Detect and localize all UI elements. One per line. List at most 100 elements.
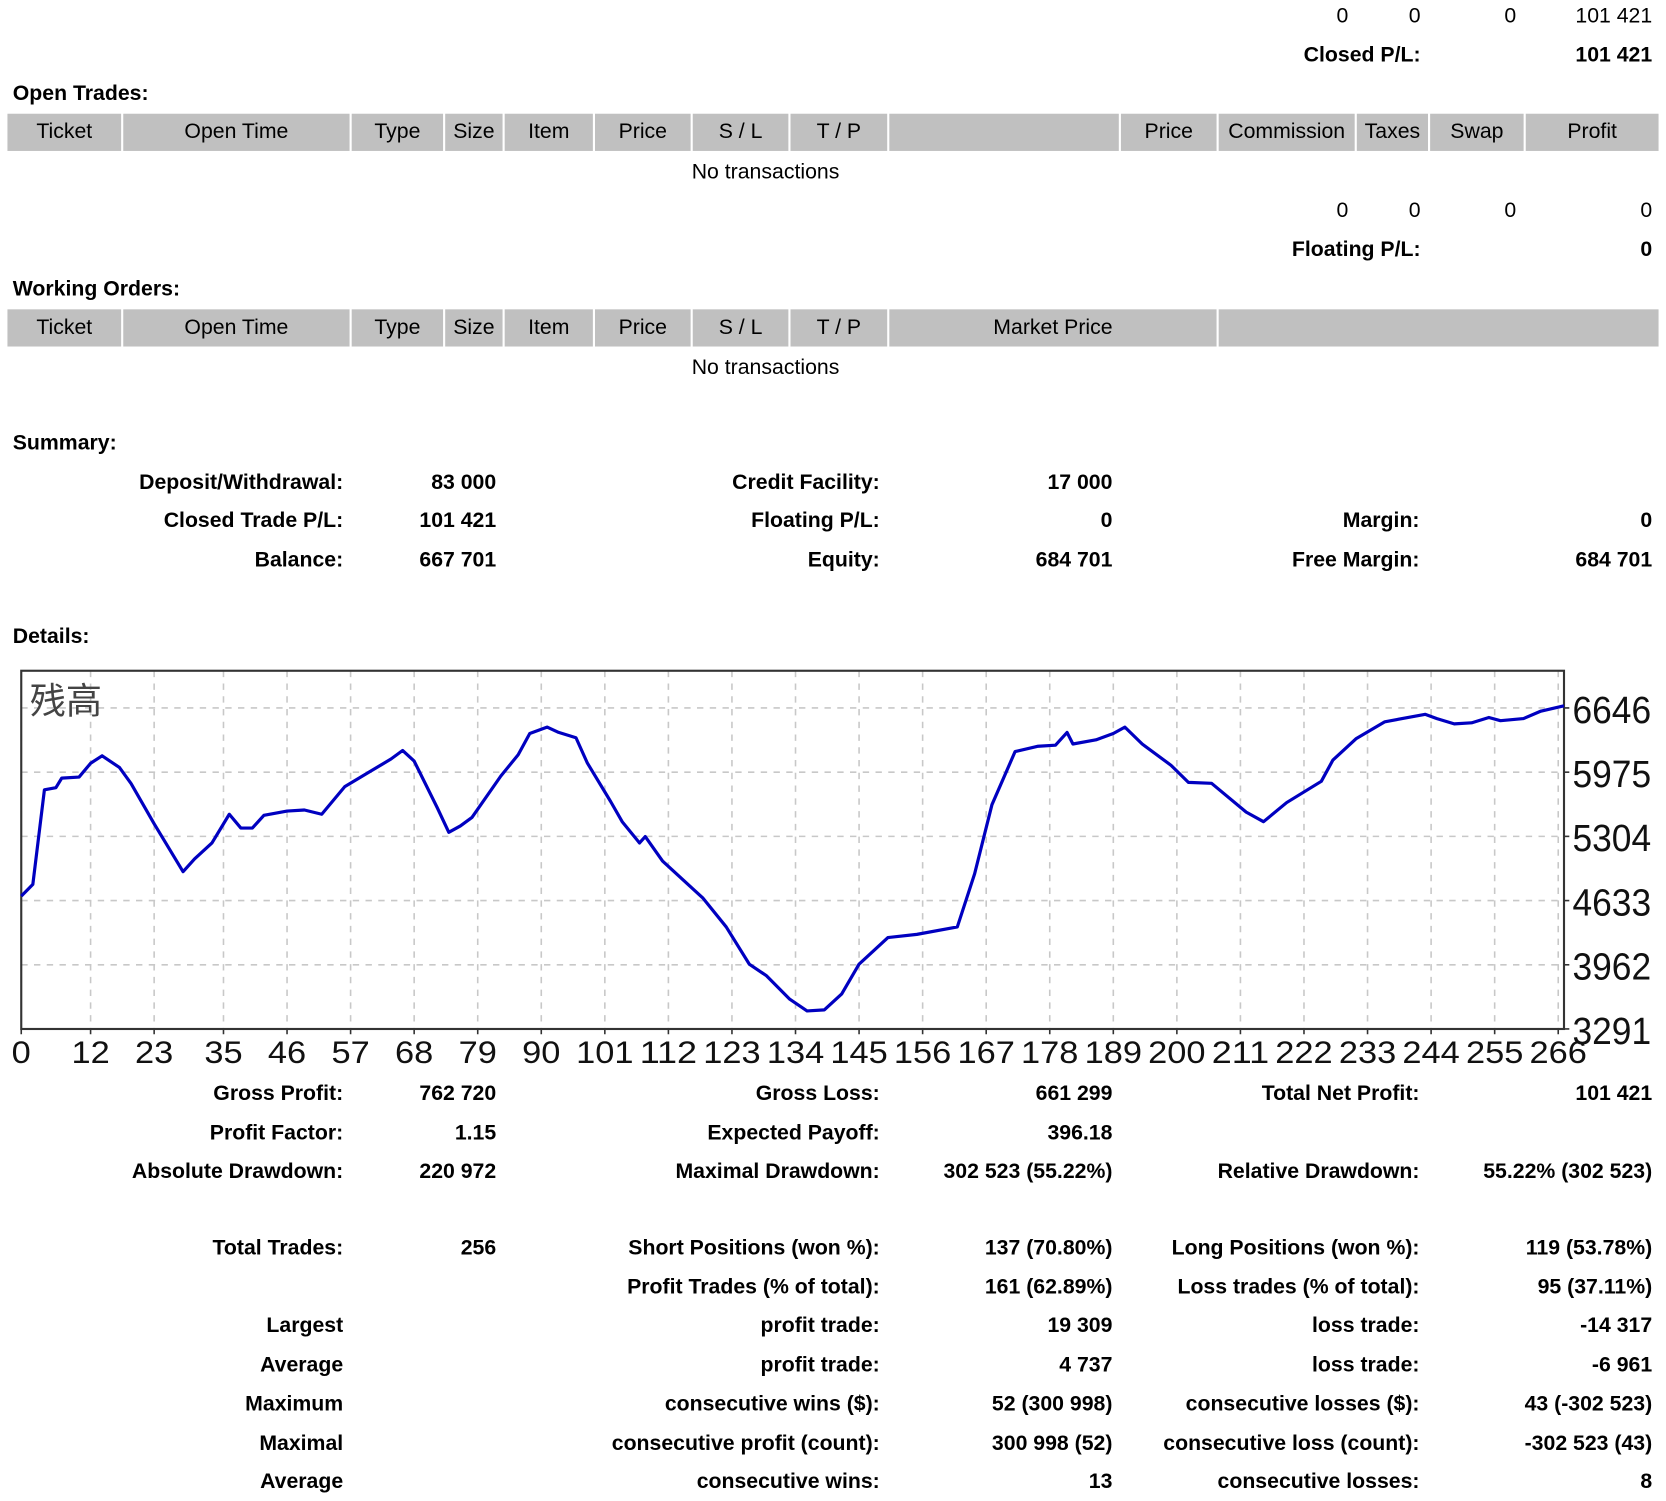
stat-label: Profit Trades (% of total): bbox=[627, 1275, 880, 1299]
stat-value: 684 701 bbox=[1575, 548, 1653, 572]
plot-area bbox=[21, 670, 1564, 1029]
col-open-time[interactable]: Open Time bbox=[123, 309, 350, 347]
stat-label: profit trade: bbox=[760, 1353, 880, 1377]
col-market-price[interactable]: Market Price bbox=[889, 309, 1217, 347]
col-open-time[interactable]: Open Time bbox=[123, 113, 350, 151]
stat-label: Absolute Drawdown: bbox=[131, 1159, 344, 1184]
open-profit-total: 0 bbox=[1640, 198, 1653, 223]
col-taxes[interactable]: Taxes bbox=[1356, 113, 1428, 151]
working-orders-empty: No transactions bbox=[691, 356, 840, 380]
col-tp[interactable]: T / P bbox=[790, 113, 888, 151]
open-trades-empty: No transactions bbox=[691, 160, 840, 184]
open-trades-title: Open Trades: bbox=[12, 81, 149, 106]
x-tick-label: 112 bbox=[640, 1034, 697, 1070]
col-current-price[interactable]: Price bbox=[1120, 113, 1217, 151]
y-tick-label: 5304 bbox=[1573, 817, 1652, 860]
col-tp[interactable]: T / P bbox=[790, 309, 888, 347]
x-tick-label: 68 bbox=[395, 1034, 433, 1070]
stat-label: Short Positions (won %): bbox=[628, 1236, 880, 1260]
stat-label: Profit Factor: bbox=[209, 1121, 344, 1145]
col-price[interactable]: Price bbox=[595, 113, 691, 151]
stat-value: 19 309 bbox=[1047, 1313, 1113, 1338]
y-tick-label: 5975 bbox=[1573, 753, 1652, 796]
stat-value: 4 737 bbox=[1059, 1353, 1113, 1377]
stat-label: Equity: bbox=[807, 548, 880, 572]
closed-pl-label: Closed P/L: bbox=[1303, 43, 1421, 67]
stat-label: Balance: bbox=[254, 548, 344, 572]
stat-label: Maximum bbox=[245, 1392, 344, 1416]
stat-label: Total Trades: bbox=[212, 1236, 344, 1260]
x-tick-label: 35 bbox=[204, 1034, 242, 1070]
closed-taxes-total: 0 bbox=[1408, 4, 1421, 28]
col-ticket[interactable]: Ticket bbox=[7, 309, 122, 347]
stat-label: Total Net Profit: bbox=[1261, 1082, 1420, 1106]
stat-label: Long Positions (won %): bbox=[1171, 1236, 1420, 1260]
stat-value: 52 (300 998) bbox=[991, 1392, 1113, 1416]
y-tick-label: 3291 bbox=[1573, 1010, 1652, 1053]
x-tick-label: 145 bbox=[830, 1034, 887, 1070]
stat-label: Loss trades (% of total): bbox=[1177, 1275, 1420, 1299]
stat-value: 17 000 bbox=[1047, 470, 1113, 495]
stat-value: 300 998 (52) bbox=[991, 1431, 1113, 1456]
col-ticket[interactable]: Ticket bbox=[7, 113, 122, 151]
col-commission[interactable]: Commission bbox=[1218, 113, 1355, 151]
col-sl[interactable]: S / L bbox=[692, 113, 789, 151]
closed-commission-total: 0 bbox=[1336, 4, 1349, 28]
stat-value: 667 701 bbox=[419, 548, 497, 572]
stat-value: -14 317 bbox=[1580, 1313, 1653, 1338]
col-profit[interactable]: Profit bbox=[1525, 113, 1659, 151]
x-tick-label: 57 bbox=[331, 1034, 369, 1070]
col-item[interactable]: Item bbox=[504, 309, 593, 347]
stat-label: Gross Loss: bbox=[755, 1082, 880, 1106]
col-price[interactable]: Price bbox=[595, 309, 691, 347]
col-type[interactable]: Type bbox=[351, 309, 444, 347]
x-tick-label: 101 bbox=[576, 1034, 633, 1070]
x-tick-label: 156 bbox=[894, 1034, 951, 1070]
stat-label: Gross Profit: bbox=[213, 1082, 344, 1106]
x-tick-label: 12 bbox=[71, 1034, 109, 1070]
details-title: Details: bbox=[12, 625, 90, 649]
open-taxes-total: 0 bbox=[1408, 198, 1421, 223]
x-tick-label: 178 bbox=[1021, 1034, 1078, 1070]
summary-title: Summary: bbox=[12, 431, 117, 455]
report-page: 0 0 0 101 421 Closed P/L: 101 421 Open T… bbox=[0, 0, 1666, 1501]
col-sl[interactable]: S / L bbox=[692, 309, 789, 347]
stat-value: -302 523 (43) bbox=[1524, 1431, 1653, 1456]
stat-value: 256 bbox=[460, 1236, 497, 1260]
stat-label: Maximal Drawdown: bbox=[675, 1159, 880, 1184]
open-trades-header: Ticket Open Time Type Size Item Price S … bbox=[7, 113, 1659, 151]
closed-swap-total: 0 bbox=[1504, 4, 1517, 28]
col-size[interactable]: Size bbox=[445, 309, 503, 347]
stat-value: 119 (53.78%) bbox=[1525, 1236, 1653, 1260]
stat-value: 13 bbox=[1088, 1470, 1113, 1494]
stat-value: 101 421 bbox=[419, 509, 497, 533]
col-swap[interactable]: Swap bbox=[1430, 113, 1524, 151]
x-tick-label: 211 bbox=[1212, 1034, 1269, 1070]
stat-value: 43 (-302 523) bbox=[1524, 1392, 1653, 1416]
col-size[interactable]: Size bbox=[445, 113, 503, 151]
x-tick-label: 233 bbox=[1339, 1034, 1396, 1070]
col-blank bbox=[889, 113, 1119, 151]
stat-value: 684 701 bbox=[1035, 548, 1113, 572]
stat-label: Average bbox=[260, 1470, 344, 1494]
stat-value: -6 961 bbox=[1591, 1353, 1653, 1377]
stat-value: 220 972 bbox=[419, 1159, 497, 1184]
stat-label: loss trade: bbox=[1312, 1313, 1420, 1338]
x-tick-label: 23 bbox=[135, 1034, 173, 1070]
x-tick-label: 255 bbox=[1466, 1034, 1523, 1070]
stat-label: profit trade: bbox=[760, 1313, 880, 1338]
y-tick-label: 3962 bbox=[1573, 946, 1652, 989]
x-tick-label: 46 bbox=[268, 1034, 306, 1070]
x-tick-label: 79 bbox=[459, 1034, 497, 1070]
stat-value: 95 (37.11%) bbox=[1537, 1275, 1653, 1299]
stat-label: Maximal bbox=[259, 1431, 344, 1456]
stat-label: Average bbox=[260, 1353, 344, 1377]
x-tick-label: 189 bbox=[1085, 1034, 1142, 1070]
stat-value: 8 bbox=[1640, 1470, 1653, 1494]
stat-label: Expected Payoff: bbox=[707, 1121, 880, 1145]
working-orders-header: Ticket Open Time Type Size Item Price S … bbox=[7, 309, 1659, 347]
col-item[interactable]: Item bbox=[504, 113, 593, 151]
stat-value: 101 421 bbox=[1575, 1082, 1653, 1106]
col-type[interactable]: Type bbox=[351, 113, 444, 151]
stat-label: Margin: bbox=[1342, 509, 1420, 533]
